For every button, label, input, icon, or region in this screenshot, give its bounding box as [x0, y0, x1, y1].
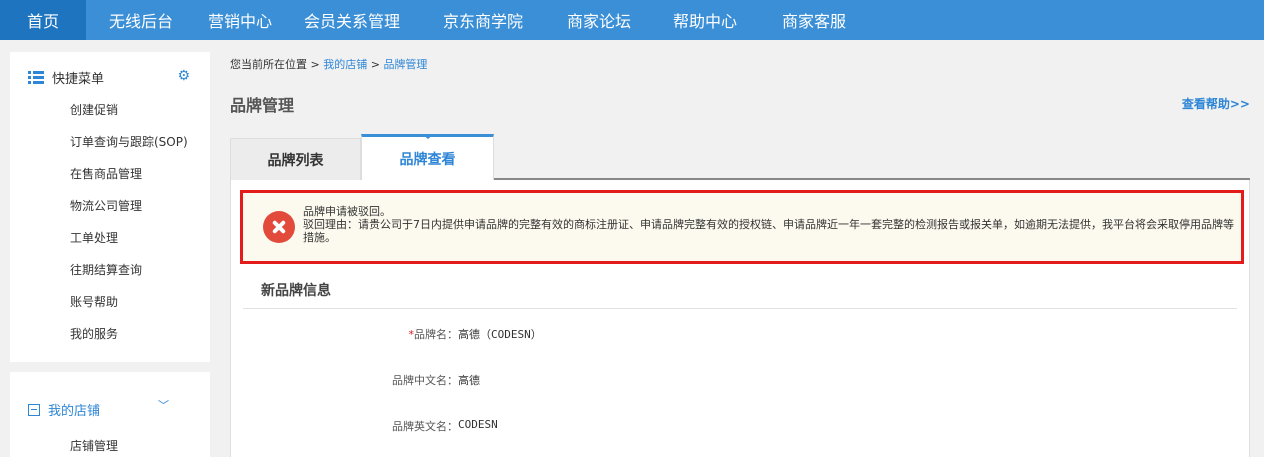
field-value: 高德: [458, 374, 480, 387]
sidebar-item-my-services[interactable]: 我的服务: [70, 325, 118, 342]
main-content: 您当前所在位置 > 我的店铺 > 品牌管理 品牌管理 查看帮助>> 品牌列表 品…: [230, 52, 1264, 457]
breadcrumb-separator: >: [367, 58, 384, 71]
chevron-down-icon[interactable]: ﹀: [158, 397, 169, 413]
list-icon: [28, 70, 44, 85]
nav-marketing-center[interactable]: 营销中心: [196, 0, 284, 40]
tab-brand-list[interactable]: 品牌列表: [230, 138, 361, 180]
field-brand-cn-name: 品牌中文名： 高德: [231, 372, 480, 388]
field-label: 品牌中文名：: [392, 374, 458, 387]
rejection-alert: 品牌申请被驳回。 驳回理由：请贵公司于7日内提供申请品牌的完整有效的商标注册证、…: [240, 190, 1244, 264]
field-brand-name: *品牌名： 高德（CODESN）: [231, 326, 542, 342]
field-value: 高德（CODESN）: [458, 328, 542, 341]
brand-view-panel: 品牌申请被驳回。 驳回理由：请贵公司于7日内提供申请品牌的完整有效的商标注册证、…: [230, 180, 1250, 457]
sidebar-item-create-promotion[interactable]: 创建促销: [70, 101, 118, 118]
field-label: 品牌英文名：: [392, 420, 458, 433]
my-shop-title: 我的店铺: [48, 404, 101, 419]
gear-icon[interactable]: ⚙: [177, 68, 190, 84]
my-shop-panel: 我的店铺 ﹀ 店铺管理: [10, 372, 210, 457]
nav-home[interactable]: 首页: [0, 0, 86, 40]
quick-menu-header: 快捷菜单: [28, 68, 104, 87]
sidebar-item-account-help[interactable]: 账号帮助: [70, 293, 118, 310]
breadcrumb-my-shop[interactable]: 我的店铺: [323, 58, 367, 71]
quick-menu-title: 快捷菜单: [52, 72, 105, 87]
breadcrumb-brand-management[interactable]: 品牌管理: [383, 58, 427, 71]
tab-bar: 品牌列表 品牌查看: [230, 132, 1250, 180]
sidebar-item-logistics[interactable]: 物流公司管理: [70, 197, 142, 214]
sidebar-item-shop-management[interactable]: 店铺管理: [70, 437, 118, 454]
tab-brand-view[interactable]: 品牌查看: [361, 134, 494, 180]
divider: [243, 308, 1237, 309]
my-shop-header[interactable]: 我的店铺: [28, 400, 100, 419]
breadcrumb: 您当前所在位置 > 我的店铺 > 品牌管理: [230, 56, 427, 72]
sidebar-item-on-sale-products[interactable]: 在售商品管理: [70, 165, 142, 182]
sidebar-item-order-query[interactable]: 订单查询与跟踪(SOP): [70, 133, 188, 150]
top-nav: 首页 无线后台 营销中心 会员关系管理 京东商学院 商家论坛 帮助中心 商家客服: [0, 0, 1264, 40]
nav-jd-academy[interactable]: 京东商学院: [420, 0, 546, 40]
nav-member-relations[interactable]: 会员关系管理: [284, 0, 420, 40]
quick-menu-panel: 快捷菜单 ⚙ 创建促销 订单查询与跟踪(SOP) 在售商品管理 物流公司管理 工…: [10, 52, 210, 362]
view-help-link[interactable]: 查看帮助>>: [1182, 95, 1250, 112]
error-x-icon: [263, 211, 295, 243]
alert-reason: 驳回理由：请贵公司于7日内提供申请品牌的完整有效的商标注册证、申请品牌完整有效的…: [303, 218, 1234, 244]
field-brand-en-name: 品牌英文名： CODESN: [231, 418, 498, 434]
nav-help-center[interactable]: 帮助中心: [652, 0, 758, 40]
nav-merchant-service[interactable]: 商家客服: [758, 0, 870, 40]
collapse-icon: [28, 403, 40, 416]
field-label: *品牌名：: [408, 328, 459, 341]
field-value: CODESN: [458, 418, 498, 431]
alert-message: 品牌申请被驳回。 驳回理由：请贵公司于7日内提供申请品牌的完整有效的商标注册证、…: [303, 205, 1235, 244]
alert-title: 品牌申请被驳回。: [303, 205, 391, 218]
breadcrumb-prefix: 您当前所在位置 >: [230, 58, 324, 71]
sidebar-item-tickets[interactable]: 工单处理: [70, 229, 118, 246]
sidebar-item-past-settlement[interactable]: 往期结算查询: [70, 261, 142, 278]
page-title: 品牌管理: [230, 96, 295, 115]
section-title: 新品牌信息: [261, 283, 331, 299]
nav-merchant-forum[interactable]: 商家论坛: [546, 0, 652, 40]
nav-mobile-backend[interactable]: 无线后台: [86, 0, 196, 40]
